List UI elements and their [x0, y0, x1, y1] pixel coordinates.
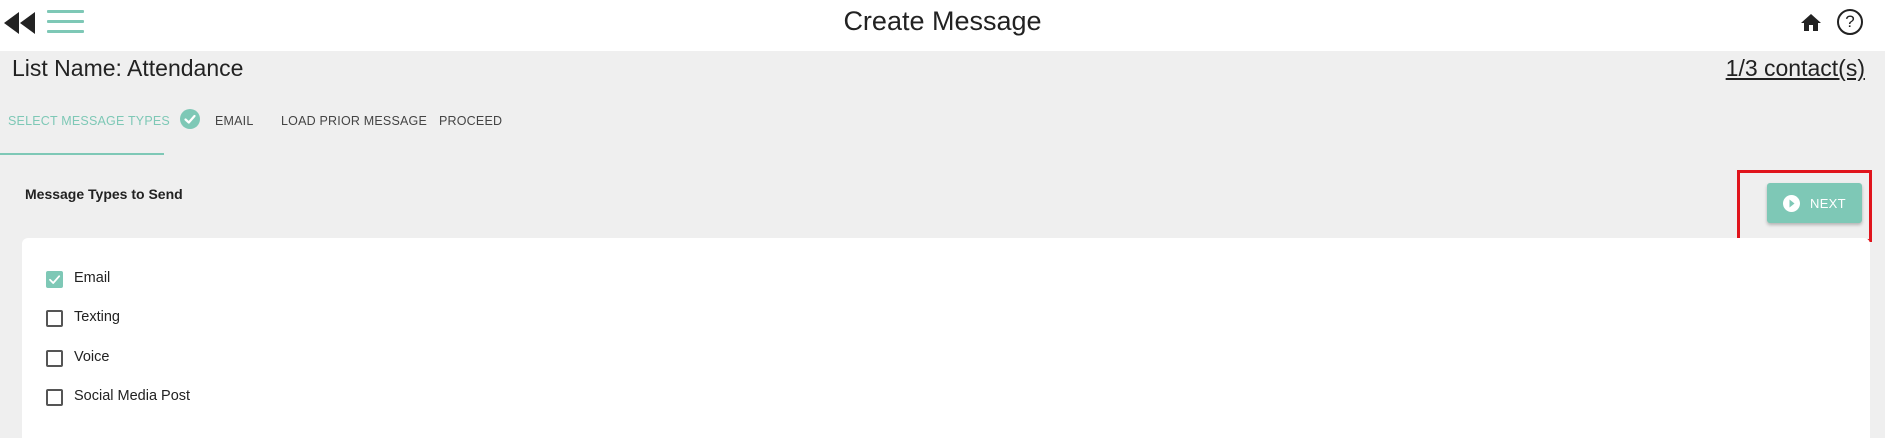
checkbox-unchecked[interactable] [46, 389, 63, 406]
option-label: Social Media Post [74, 388, 191, 404]
page-title: Create Message [843, 6, 1042, 36]
tab-proceed[interactable]: PROCEED [439, 114, 502, 128]
message-types-card: Email Texting Voice Social Media Post [22, 238, 1870, 438]
checkbox-unchecked[interactable] [46, 350, 63, 367]
option-label: Email [74, 270, 111, 286]
top-bar: Create Message ? [0, 0, 1885, 51]
home-icon[interactable] [1799, 11, 1823, 33]
checkbox-checked[interactable] [46, 271, 63, 288]
section-title: Message Types to Send [25, 186, 183, 202]
active-tab-indicator [0, 153, 164, 155]
checkbox-unchecked[interactable] [46, 310, 63, 327]
check-circle-icon [180, 109, 200, 129]
list-name: List Name: Attendance [12, 55, 244, 81]
hamburger-menu-icon[interactable] [47, 10, 84, 36]
tab-load-prior-message[interactable]: LOAD PRIOR MESSAGE [281, 114, 427, 128]
option-label: Voice [74, 349, 110, 365]
double-chevron-left-icon[interactable] [2, 10, 38, 36]
contacts-count-link[interactable]: 1/3 contact(s) [1726, 55, 1865, 82]
tab-select-message-types[interactable]: SELECT MESSAGE TYPES [8, 114, 170, 128]
highlight-box [1737, 170, 1872, 242]
option-label: Texting [74, 309, 120, 325]
help-circle-icon[interactable]: ? [1837, 9, 1863, 35]
tab-email[interactable]: EMAIL [215, 114, 254, 128]
